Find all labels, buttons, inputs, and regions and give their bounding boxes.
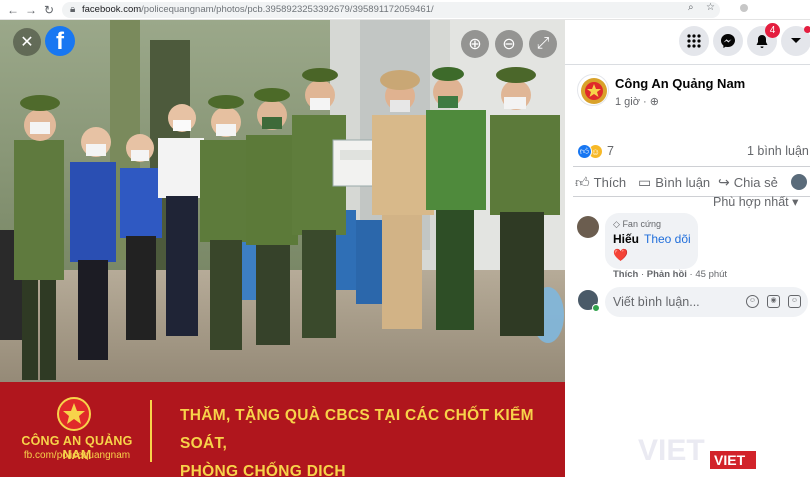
actions-divider-top <box>573 166 810 167</box>
watermark-logo-icon: VIET VIET <box>638 434 756 469</box>
fullscreen-icon[interactable]: ⤢ <box>529 30 557 58</box>
globe-icon: ⊕ <box>649 96 659 108</box>
comment-input[interactable]: Viết bình luận... ☺ ◉ ☺ <box>605 287 808 317</box>
sticker-icon[interactable]: ☺ <box>788 295 801 308</box>
page-avatar-emblem-icon <box>581 78 607 104</box>
zoom-out-icon[interactable]: ⊖ <box>495 30 523 58</box>
zoom-icon[interactable]: ⌕ <box>688 2 694 14</box>
emoji-icon[interactable]: ☺ <box>746 295 759 308</box>
online-indicator <box>592 304 600 312</box>
thumbs-up-icon: 👍︎ <box>575 173 590 190</box>
bookmark-star-icon[interactable]: ☆ <box>706 2 715 14</box>
browser-toolbar: ← → ↻ 🔒︎ facebook.com/policequangnam/pho… <box>0 0 810 20</box>
comments-count[interactable]: 1 bình luận <box>747 144 809 158</box>
comment-like-link[interactable]: Thích <box>613 269 638 280</box>
account-menu-icon[interactable] <box>781 26 810 56</box>
diamond-icon: ◇ <box>613 219 620 229</box>
follow-link[interactable]: Theo dõi <box>644 232 691 246</box>
comment-content: ❤️ <box>613 248 628 262</box>
camera-icon[interactable]: ◉ <box>767 295 780 308</box>
group-photo <box>0 20 565 382</box>
notifications-badge: 4 <box>765 23 780 38</box>
comment-time[interactable]: 45 phút <box>695 269 727 280</box>
commenter-avatar[interactable] <box>577 216 599 238</box>
photo-viewer: ✕ f ⊕ ⊖ ⤢ CÔNG AN QUẢNG NAM fb.com/polic… <box>0 20 565 477</box>
fan-badge: ◇ Fan cứng <box>613 219 661 229</box>
header-divider <box>565 64 810 65</box>
comment-input-placeholder: Viết bình luận... <box>613 295 700 309</box>
like-reaction-icon: 👍︎ <box>577 144 592 159</box>
header-icons: 4 <box>565 20 810 64</box>
watermark-small-text: VIET <box>714 452 746 468</box>
facebook-logo-icon[interactable]: f <box>45 26 75 56</box>
headline-line-2: PHÒNG CHỐNG DỊCH <box>180 463 346 477</box>
headline-line-1: THĂM, TẶNG QUÀ CBCS TẠI CÁC CHỐT KIỂM SO… <box>180 407 534 452</box>
post-as-avatar[interactable] <box>791 174 807 190</box>
caret-down-icon: ▾ <box>792 195 799 209</box>
post-sidebar: 4 Công An Quảng Nam 1 giờ · ⊕ 👍︎ ☺ 7 1 b… <box>565 20 810 477</box>
comment-author[interactable]: Hiếu <box>613 232 639 246</box>
comment-button[interactable]: ▭ Bình luận <box>638 172 710 192</box>
menu-grid-icon[interactable] <box>679 26 709 56</box>
back-icon[interactable]: ← <box>6 3 20 17</box>
comment-meta: Thích · Phản hồi · 45 phút <box>613 269 728 280</box>
lock-icon: 🔒︎ <box>70 4 76 15</box>
account-dot-badge <box>804 26 810 33</box>
watermark-big-text: VIET <box>638 434 705 467</box>
banner-site: fb.com/policequangnam <box>23 450 131 461</box>
banner-divider <box>150 400 152 462</box>
share-arrow-icon: ↪ <box>718 173 730 190</box>
banner-headline: THĂM, TẶNG QUÀ CBCS TẠI CÁC CHỐT KIỂM SO… <box>180 402 560 477</box>
comment-bubble-icon: ▭ <box>638 173 652 190</box>
messenger-icon[interactable] <box>713 26 743 56</box>
address-bar[interactable]: 🔒︎ facebook.com/policequangnam/photos/pc… <box>62 2 720 18</box>
post-time[interactable]: 1 giờ · ⊕ <box>615 95 659 108</box>
police-emblem-icon <box>57 397 91 431</box>
reactions-count[interactable]: 7 <box>607 144 614 158</box>
comment-bubble: ◇ Fan cứng Hiếu Theo dõi ❤️ <box>605 213 698 269</box>
profile-icon[interactable] <box>740 4 748 12</box>
page-avatar[interactable] <box>577 74 609 106</box>
share-button[interactable]: ↪ Chia sẻ <box>718 172 778 192</box>
comment-reply-link[interactable]: Phản hồi <box>647 269 687 280</box>
like-button[interactable]: 👍︎ Thích <box>575 172 626 192</box>
zoom-in-icon[interactable]: ⊕ <box>461 30 489 58</box>
forward-icon[interactable]: → <box>24 3 38 17</box>
page-name[interactable]: Công An Quảng Nam <box>615 76 745 91</box>
url-text: facebook.com/policequangnam/photos/pcb.3… <box>82 4 434 15</box>
notifications-bell-icon[interactable]: 4 <box>747 23 780 56</box>
close-icon[interactable]: ✕ <box>13 28 41 56</box>
reload-icon[interactable]: ↻ <box>42 3 56 17</box>
caption-banner: CÔNG AN QUẢNG NAM fb.com/policequangnam … <box>0 382 565 477</box>
comment-sort-dropdown[interactable]: Phù hợp nhất ▾ <box>713 194 798 209</box>
